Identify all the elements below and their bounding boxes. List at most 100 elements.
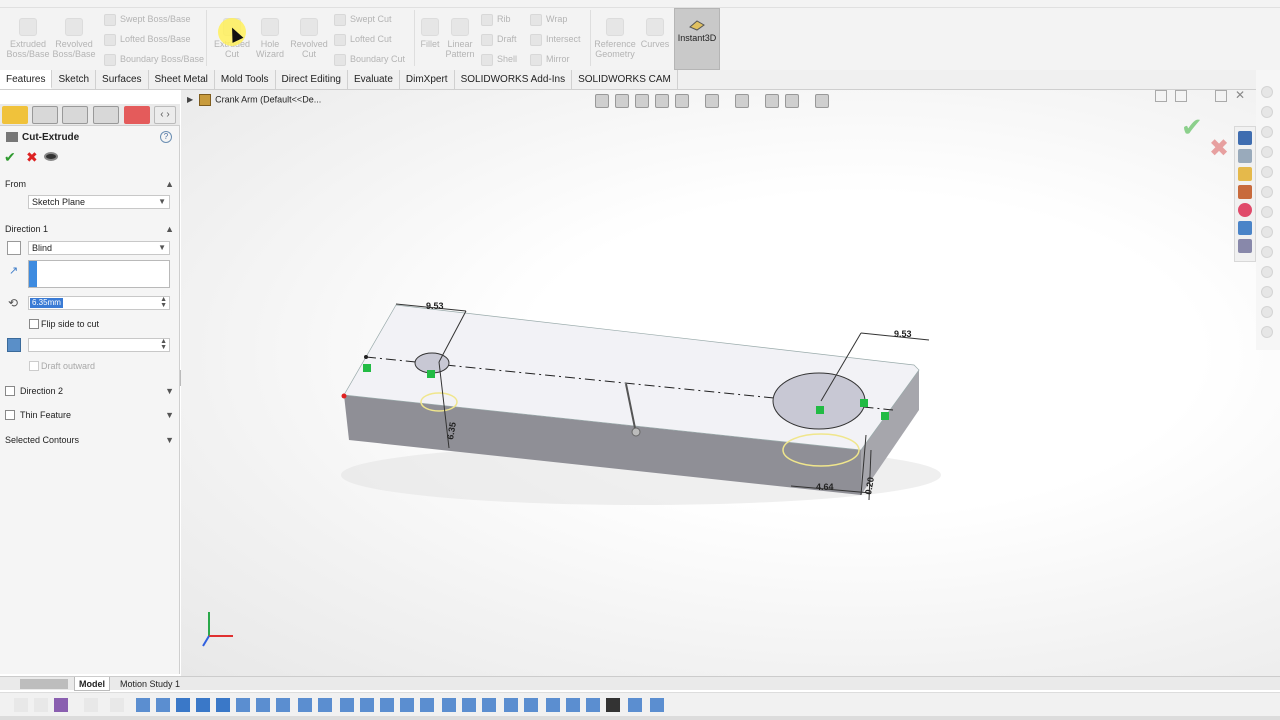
rotate-icon[interactable] <box>482 698 496 712</box>
toolbar-icon[interactable] <box>110 698 124 712</box>
toolbar-icon[interactable] <box>1261 326 1273 338</box>
boundary-boss-button[interactable]: Boundary Boss/Base <box>104 51 204 67</box>
toolbar-icon[interactable] <box>14 698 28 712</box>
dimxpert-manager-tab-icon[interactable] <box>93 106 119 124</box>
linear-pattern-button[interactable]: Linear Pattern <box>438 14 482 59</box>
direction2-section-header[interactable]: Direction 2 ▼ <box>0 383 180 399</box>
graphics-area[interactable]: ▶ Crank Arm (Default<<De... ✕ ✔ ✖ 9.53 9… <box>181 90 1280 676</box>
view-palette-icon[interactable] <box>1238 185 1252 199</box>
from-select[interactable]: Sketch Plane ▼ <box>28 195 170 209</box>
pattern-icon[interactable] <box>546 698 560 712</box>
mirror-sketch-icon[interactable] <box>442 698 456 712</box>
custom-properties-icon[interactable] <box>1238 221 1252 235</box>
toolbar-icon[interactable] <box>1261 306 1273 318</box>
tab-solidworks-cam[interactable]: SOLIDWORKS CAM <box>572 70 678 89</box>
draft-angle-icon[interactable] <box>7 338 21 352</box>
swept-cut-button[interactable]: Swept Cut <box>334 11 392 27</box>
tab-scroll-arrows-icon[interactable]: ‹ › <box>154 106 176 124</box>
tab-model[interactable]: Model <box>74 677 110 691</box>
swept-boss-button[interactable]: Swept Boss/Base <box>104 11 191 27</box>
dim-text-right-bottom[interactable]: 4.64 <box>816 482 834 492</box>
property-manager-tab-icon[interactable] <box>32 106 58 124</box>
toolbar-icon[interactable] <box>1261 246 1273 258</box>
feature-manager-tab-icon[interactable] <box>2 106 28 124</box>
extend-icon[interactable] <box>420 698 434 712</box>
scale-icon[interactable] <box>504 698 518 712</box>
configuration-manager-tab-icon[interactable] <box>62 106 88 124</box>
dim-text-left-top[interactable]: 9.53 <box>426 301 444 311</box>
copy-icon[interactable] <box>524 698 538 712</box>
solidworks-forum-icon[interactable] <box>1238 239 1252 253</box>
draft-outward-checkbox[interactable] <box>29 361 39 371</box>
revolved-boss-button[interactable]: Revolved Boss/Base <box>52 14 96 59</box>
toolbar-icon[interactable] <box>1261 286 1273 298</box>
display-manager-tab-icon[interactable] <box>124 106 150 124</box>
move-icon[interactable] <box>462 698 476 712</box>
slot-icon[interactable] <box>256 698 270 712</box>
tab-evaluate[interactable]: Evaluate <box>348 70 400 89</box>
toolbar-icon[interactable] <box>1261 266 1273 278</box>
revolved-cut-button[interactable]: Revolved Cut <box>287 14 331 59</box>
mirror-button[interactable]: Mirror <box>530 51 570 67</box>
rib-button[interactable]: Rib <box>481 11 511 27</box>
crank-arm-model[interactable]: 9.53 9.53 6.35 4.64 0.20 <box>181 90 1280 676</box>
rectangle-icon[interactable] <box>176 698 190 712</box>
toolbar-icon[interactable] <box>84 698 98 712</box>
lofted-cut-button[interactable]: Lofted Cut <box>334 31 392 47</box>
spinner-arrows-icon[interactable]: ▲ ▼ <box>160 338 167 351</box>
home-icon[interactable] <box>1238 131 1252 145</box>
toolbar-icon[interactable] <box>1261 206 1273 218</box>
tab-sketch[interactable]: Sketch <box>52 70 97 89</box>
preview-eye-icon[interactable] <box>44 152 58 161</box>
relations-icon[interactable] <box>566 698 580 712</box>
spline-icon[interactable] <box>236 698 250 712</box>
shell-button[interactable]: Shell <box>481 51 517 67</box>
offset-icon[interactable] <box>360 698 374 712</box>
toolbar-icon[interactable] <box>1261 166 1273 178</box>
appearances-icon[interactable] <box>1238 203 1252 217</box>
quick-snaps-icon[interactable] <box>650 698 664 712</box>
polygon-icon[interactable] <box>276 698 290 712</box>
ok-check-icon[interactable]: ✔ <box>4 150 16 164</box>
tab-dimxpert[interactable]: DimXpert <box>400 70 455 89</box>
toolbar-icon[interactable] <box>1261 126 1273 138</box>
line-icon[interactable] <box>156 698 170 712</box>
curves-button[interactable]: Curves <box>633 14 677 49</box>
tab-sheet-metal[interactable]: Sheet Metal <box>149 70 215 89</box>
trim-icon[interactable] <box>400 698 414 712</box>
spinner-arrows-icon[interactable]: ▲ ▼ <box>160 296 167 309</box>
draft-angle-input[interactable]: ▲ ▼ <box>28 338 170 352</box>
selected-contours-section-header[interactable]: Selected Contours ▼ <box>0 432 180 448</box>
reverse-direction-icon[interactable] <box>7 241 21 255</box>
tab-mold-tools[interactable]: Mold Tools <box>215 70 276 89</box>
ellipse-icon[interactable] <box>298 698 312 712</box>
convert-entities-icon[interactable] <box>380 698 394 712</box>
help-icon[interactable]: ? <box>160 131 172 143</box>
file-explorer-icon[interactable] <box>1238 167 1252 181</box>
toolbar-icon[interactable] <box>1261 146 1273 158</box>
draft-button[interactable]: Draft <box>481 31 517 47</box>
instant3d-button[interactable]: Instant3D <box>674 8 720 70</box>
filter-icon[interactable] <box>54 698 68 712</box>
toolbar-icon[interactable] <box>1261 106 1273 118</box>
toolbar-icon[interactable] <box>1261 226 1273 238</box>
point-icon[interactable] <box>136 698 150 712</box>
design-library-icon[interactable] <box>1238 149 1252 163</box>
dim-text-right-top[interactable]: 9.53 <box>894 329 912 339</box>
toolbar-icon[interactable] <box>1261 86 1273 98</box>
extruded-boss-button[interactable]: Extruded Boss/Base <box>6 14 50 59</box>
from-section-header[interactable]: From ▲ <box>0 176 180 192</box>
cancel-x-icon[interactable]: ✖ <box>26 150 38 164</box>
lofted-boss-button[interactable]: Lofted Boss/Base <box>104 31 191 47</box>
tab-scrollbar[interactable] <box>20 679 68 689</box>
arc-icon[interactable] <box>216 698 230 712</box>
chamfer-sketch-icon[interactable] <box>340 698 354 712</box>
circle-icon[interactable] <box>196 698 210 712</box>
wrap-button[interactable]: Wrap <box>530 11 567 27</box>
flip-side-checkbox[interactable] <box>29 319 39 329</box>
tab-motion-study[interactable]: Motion Study 1 <box>116 677 184 691</box>
tab-direct-editing[interactable]: Direct Editing <box>276 70 348 89</box>
repair-sketch-icon[interactable] <box>628 698 642 712</box>
intersect-button[interactable]: Intersect <box>530 31 581 47</box>
direction1-section-header[interactable]: Direction 1 ▲ <box>0 221 180 237</box>
